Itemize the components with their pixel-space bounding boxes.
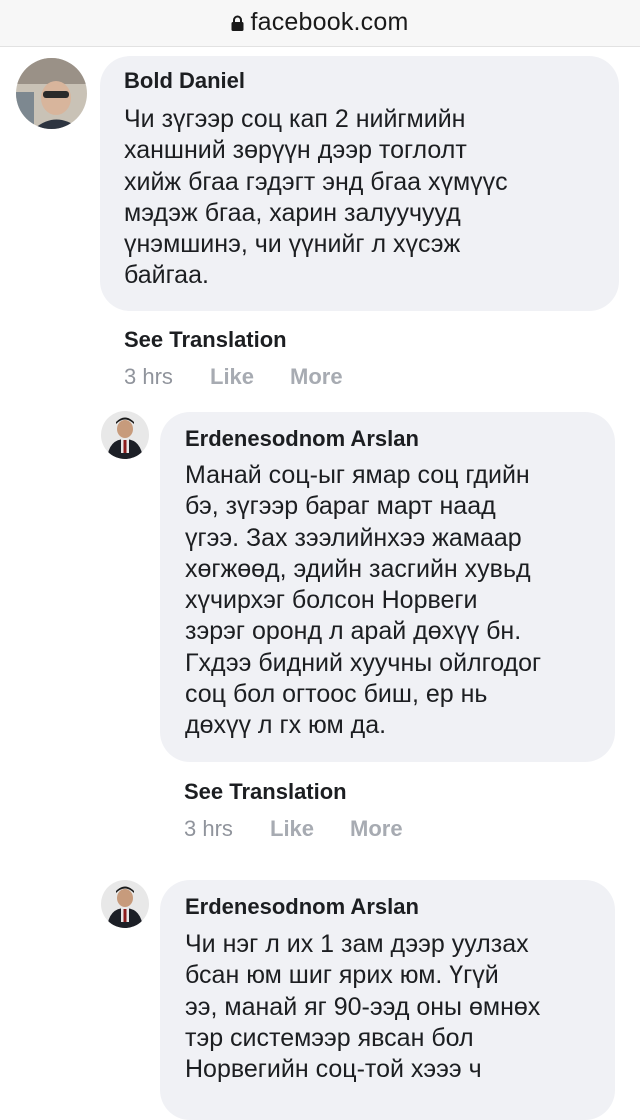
comment-text: Манай соц-ыг ямар соц гдийн бэ, зүгээр б… (185, 461, 542, 740)
avatar-erdenesodnom-arslan[interactable] (101, 880, 149, 928)
avatar-photo-icon (101, 880, 149, 928)
url-display[interactable]: facebook.com (0, 8, 640, 37)
comment-text: Чи зүгээр соц кап 2 нийгмийн ханшний зөр… (124, 105, 508, 290)
avatar-photo-icon (16, 58, 87, 129)
more-button[interactable]: More (290, 364, 343, 390)
comment-author[interactable]: Erdenesodnom Arslan (185, 894, 419, 920)
avatar-erdenesodnom-arslan[interactable] (101, 411, 149, 459)
comment-bubble: Bold Daniel Чи зүгээр соц кап 2 нийгмийн… (100, 56, 619, 311)
avatar-photo-icon (101, 411, 149, 459)
comment-timestamp[interactable]: 3 hrs (124, 364, 173, 390)
comment-author[interactable]: Bold Daniel (124, 68, 245, 94)
comment-bubble: Erdenesodnom Arslan Чи нэг л их 1 зам дэ… (160, 880, 615, 1120)
comment-text: Чи нэг л их 1 зам дээр уулзах бсан юм ши… (185, 930, 541, 1084)
see-translation-link[interactable]: See Translation (124, 327, 287, 353)
like-button[interactable]: Like (210, 364, 254, 390)
url-text: facebook.com (250, 8, 409, 36)
see-translation-link[interactable]: See Translation (184, 779, 347, 805)
browser-address-bar[interactable]: facebook.com (0, 0, 640, 47)
avatar-bold-daniel[interactable] (16, 58, 87, 129)
comment-timestamp[interactable]: 3 hrs (184, 816, 233, 842)
lock-icon (231, 15, 244, 31)
more-button[interactable]: More (350, 816, 403, 842)
like-button[interactable]: Like (270, 816, 314, 842)
comment-bubble: Erdenesodnom Arslan Манай соц-ыг ямар со… (160, 412, 615, 762)
comment-author[interactable]: Erdenesodnom Arslan (185, 426, 419, 452)
